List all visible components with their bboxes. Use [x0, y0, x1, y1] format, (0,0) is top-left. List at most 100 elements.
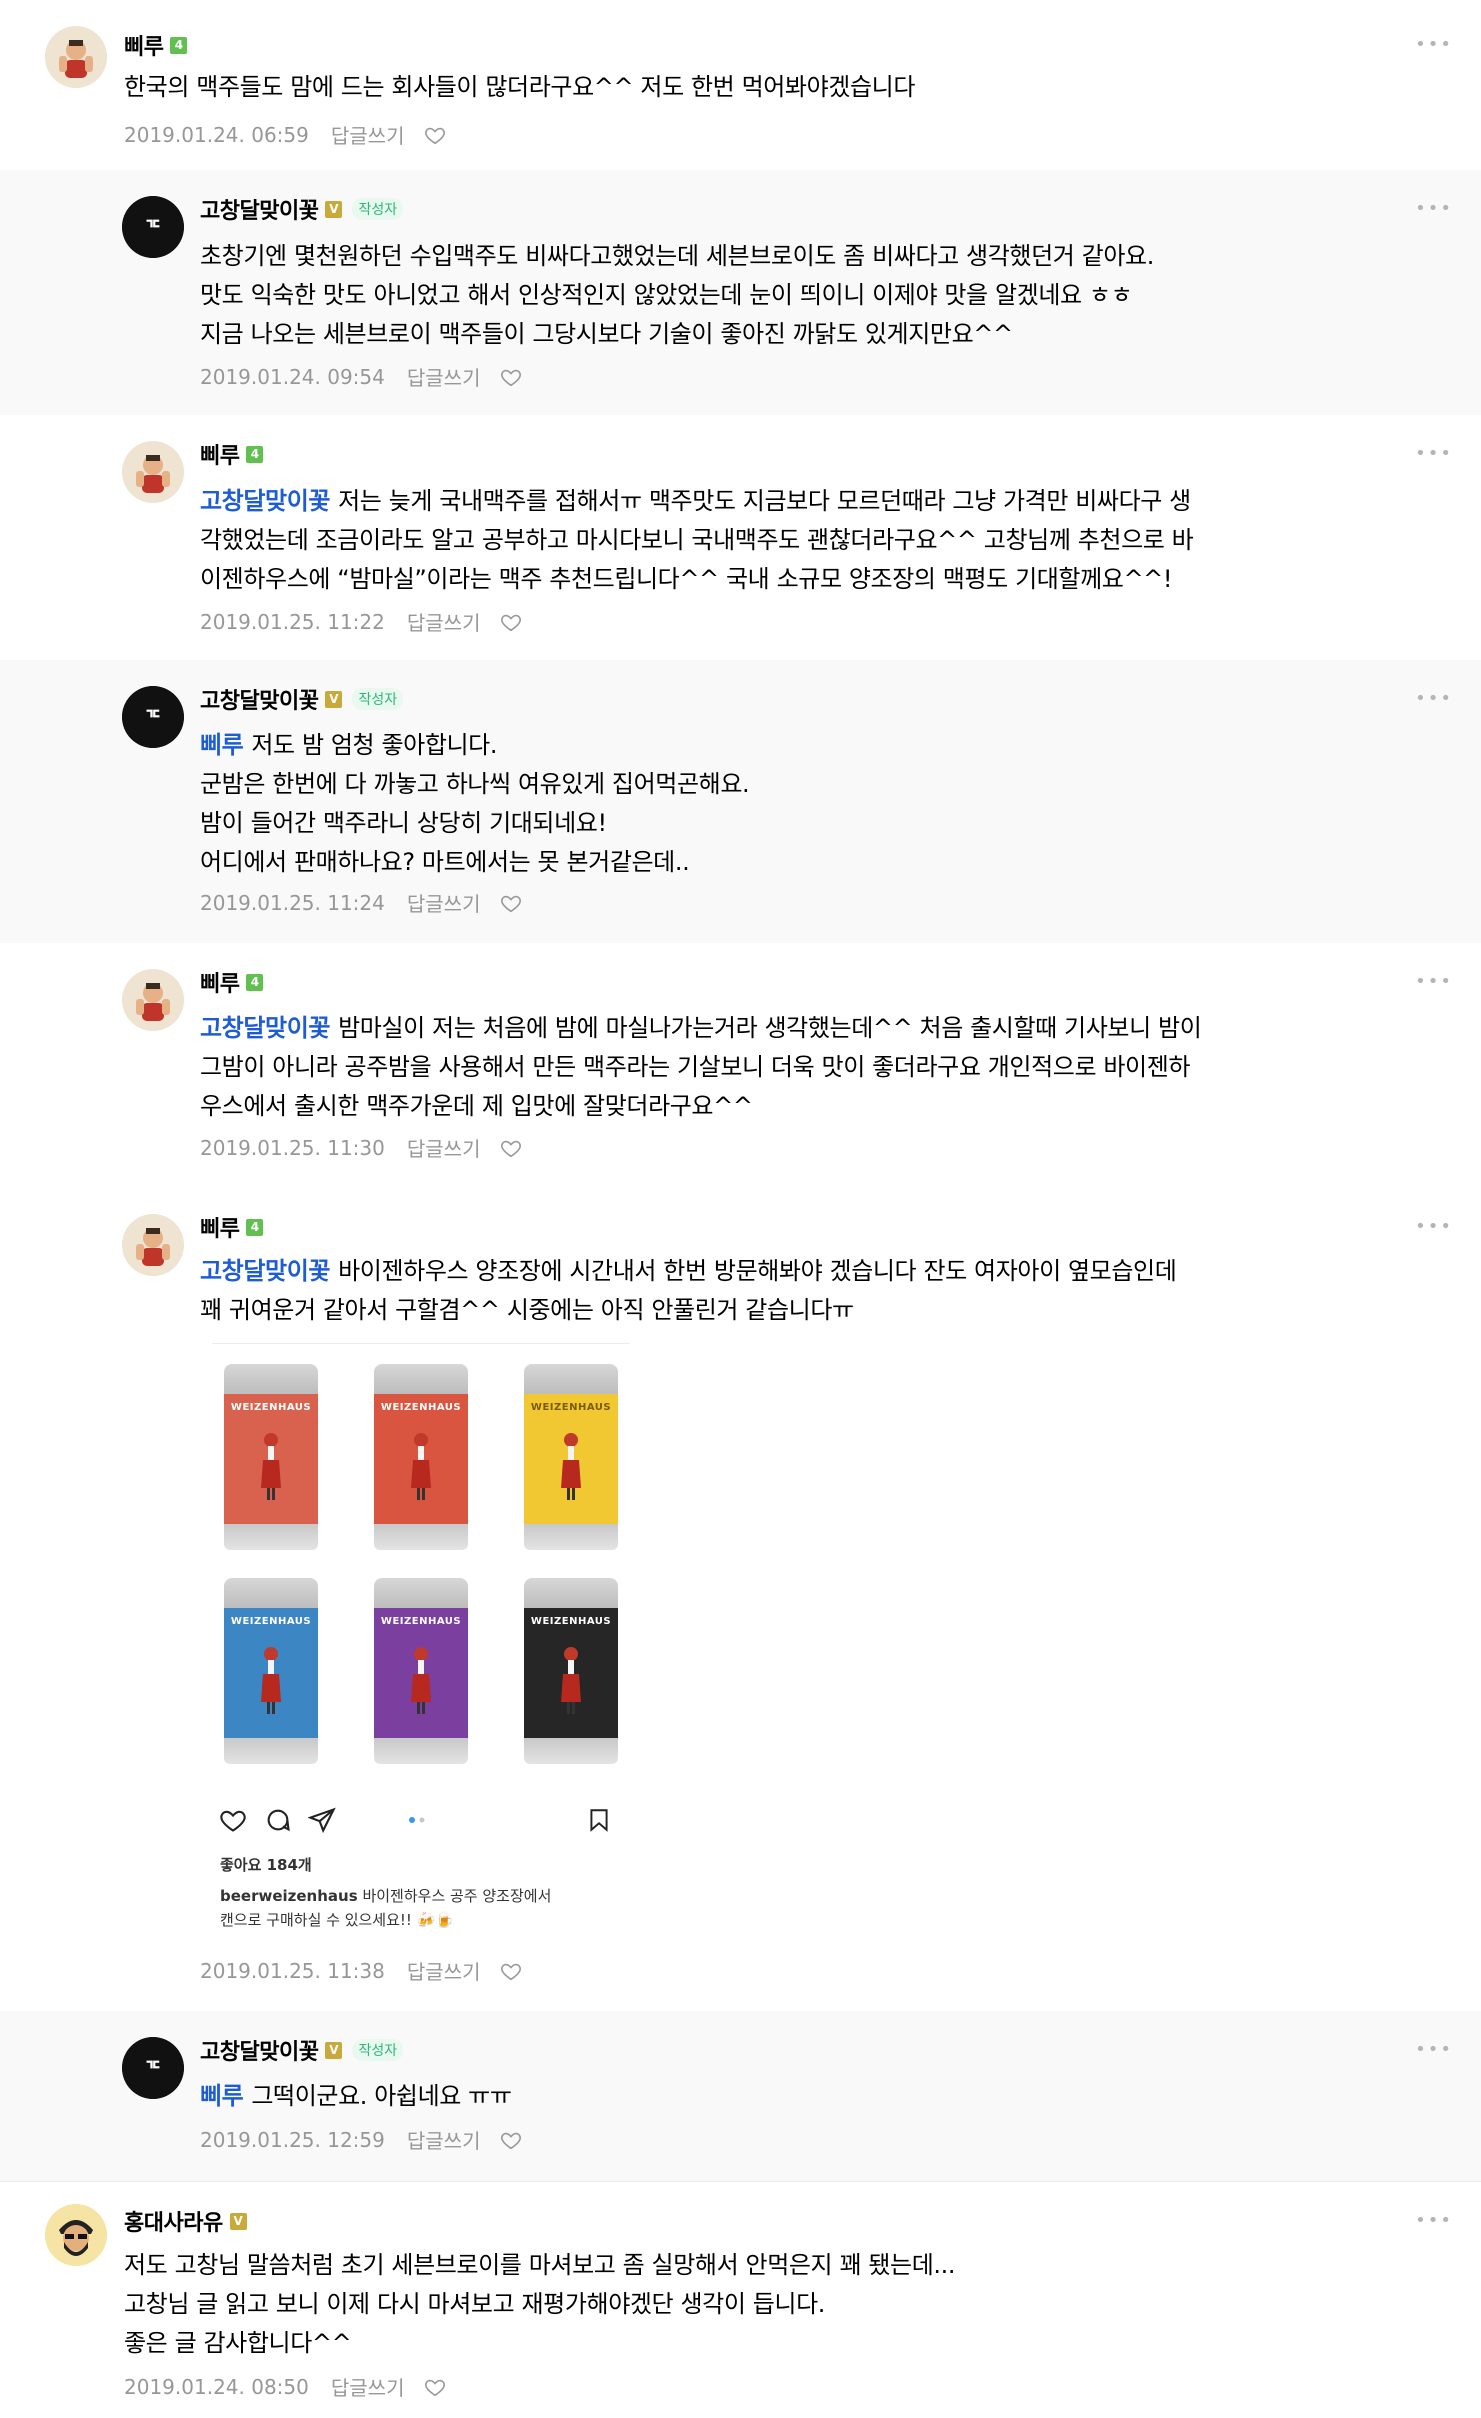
reply-button[interactable]: 답글쓰기: [407, 362, 481, 391]
comment-text: 초창기엔 몇천원하던 수입맥주도 비싸다고했었는데 세븐브로이도 좀 비싸다고 …: [200, 237, 1154, 354]
more-dots-icon[interactable]: •••: [1415, 443, 1453, 464]
heart-outline-icon[interactable]: [218, 1806, 248, 1834]
heart-outline-icon[interactable]: [500, 2129, 522, 2151]
comment-author: 삐루 4: [200, 1211, 264, 1243]
more-dots-icon[interactable]: •••: [1415, 971, 1453, 992]
mention-link[interactable]: 고창달맞이꽃: [200, 1257, 330, 1285]
comment-line-text: 바이젠하우스 양조장에 시간내서 한번 방문해봐야 겠습니다 잔도 여자아이 옆…: [338, 1257, 1177, 1285]
reply-button[interactable]: 답글쓰기: [407, 607, 481, 636]
comment-text: 한국의 맥주들도 맘에 드는 회사들이 많더라구요^^ 저도 한번 먹어봐야겠습…: [124, 68, 915, 107]
comment-reply-item: 삐루 4 ••• 고창달맞이꽃 밤마실이 저는 처음에 밤에 마실나가는거라 생각…: [0, 943, 1481, 1188]
author-nickname[interactable]: 삐루: [200, 438, 240, 470]
girl-illustration: [261, 1433, 281, 1500]
member-level-badge: 4: [170, 36, 188, 54]
author-nickname[interactable]: 고창달맞이꽃: [200, 2034, 319, 2066]
member-level-badge: V: [325, 200, 343, 218]
comment-line-text: 저도 밤 엄청 좋아합니다.: [251, 731, 498, 759]
instagram-caption: beerweizenhaus 바이젠하우스 공주 양조장에서 캔으로 구매하실 …: [220, 1884, 620, 1932]
comment-meta: 2019.01.24. 08:50 답글쓰기: [124, 2372, 446, 2401]
author-badge: 작성자: [352, 2039, 404, 2061]
attached-image[interactable]: WEIZENHAUS WEIZENHAUS WEIZENHAUS WEIZENH…: [212, 1343, 630, 1937]
carousel-dots-icon: [409, 1817, 425, 1823]
heart-outline-icon[interactable]: [424, 2376, 446, 2398]
can-brand: WEIZENHAUS: [380, 1402, 462, 1413]
avatar[interactable]: [122, 969, 184, 1031]
author-nickname[interactable]: 삐루: [200, 1211, 240, 1243]
can-brand: WEIZENHAUS: [380, 1616, 462, 1627]
reply-button[interactable]: 답글쓰기: [407, 1133, 481, 1162]
girl-illustration: [561, 1433, 581, 1500]
heart-outline-icon[interactable]: [500, 892, 522, 914]
avatar[interactable]: [45, 26, 107, 88]
instagram-action-bar: [212, 1800, 630, 1840]
avatar[interactable]: [122, 441, 184, 503]
more-dots-icon[interactable]: •••: [1415, 34, 1453, 55]
comment-meta: 2019.01.25. 11:24 답글쓰기: [200, 888, 522, 917]
author-nickname[interactable]: 고창달맞이꽃: [200, 683, 319, 715]
comment-line: 군밤은 한번에 다 까놓고 하나씩 여유있게 집어먹곤해요.: [200, 770, 750, 798]
instagram-username: beerweizenhaus: [220, 1887, 358, 1905]
more-dots-icon[interactable]: •••: [1415, 1216, 1453, 1237]
comment-line: 지금 나오는 세븐브로이 맥주들이 그당시보다 기술이 좋아진 까닭도 있게지만…: [200, 320, 1013, 348]
heart-outline-icon[interactable]: [500, 1960, 522, 1982]
avatar[interactable]: [122, 1214, 184, 1276]
reply-button[interactable]: 답글쓰기: [331, 2372, 405, 2401]
mention-link[interactable]: 고창달맞이꽃: [200, 1014, 330, 1042]
comment-author: 홍대사라유 V: [124, 2205, 247, 2237]
mention-link[interactable]: 삐루: [200, 731, 244, 759]
girl-illustration: [261, 1647, 281, 1714]
girl-illustration: [411, 1433, 431, 1500]
member-level-badge: V: [325, 690, 343, 708]
svg-text:ᄀᄃ: ᄀᄃ: [144, 216, 162, 240]
beer-can-image: WEIZENHAUS: [374, 1578, 468, 1764]
beer-can-image: WEIZENHAUS: [524, 1578, 618, 1764]
comment-text: 고창달맞이꽃 바이젠하우스 양조장에 시간내서 한번 방문해봐야 겠습니다 잔도 …: [200, 1252, 1177, 1330]
avatar[interactable]: [45, 2204, 107, 2266]
comment-line: 고창달맞이꽃 바이젠하우스 양조장에 시간내서 한번 방문해봐야 겠습니다 잔도 …: [200, 1252, 1177, 1291]
comment-line: 어디에서 판매하나요? 마트에서는 못 본거같은데..: [200, 848, 690, 876]
heart-outline-icon[interactable]: [500, 611, 522, 633]
comment-date: 2019.01.24. 09:54: [200, 364, 385, 389]
comment-line: 한국의 맥주들도 맘에 드는 회사들이 많더라구요^^ 저도 한번 먹어봐야겠습…: [124, 73, 916, 101]
more-dots-icon[interactable]: •••: [1415, 2039, 1453, 2060]
comment-date: 2019.01.25. 11:24: [200, 890, 385, 915]
mention-link[interactable]: 삐루: [200, 2082, 244, 2110]
more-dots-icon[interactable]: •••: [1415, 688, 1453, 709]
comment-line: 각했었는데 조금이라도 알고 공부하고 마시다보니 국내맥주도 괜찮더라구요^^…: [200, 526, 1194, 554]
more-dots-icon[interactable]: •••: [1415, 2210, 1453, 2231]
bookmark-icon[interactable]: [586, 1806, 612, 1834]
author-nickname[interactable]: 고창달맞이꽃: [200, 193, 319, 225]
comment-bubble-icon[interactable]: [264, 1806, 292, 1834]
author-nickname[interactable]: 삐루: [124, 29, 164, 61]
avatar[interactable]: ᄀᄃ: [122, 196, 184, 258]
comment-line: 초창기엔 몇천원하던 수입맥주도 비싸다고했었는데 세븐브로이도 좀 비싸다고 …: [200, 242, 1154, 270]
author-nickname[interactable]: 홍대사라유: [124, 2205, 223, 2237]
member-level-badge: 4: [246, 1218, 264, 1236]
heart-outline-icon[interactable]: [424, 124, 446, 146]
can-brand: WEIZENHAUS: [530, 1616, 612, 1627]
avatar[interactable]: ᄀᄃ: [122, 2037, 184, 2099]
comment-date: 2019.01.24. 06:59: [124, 122, 309, 147]
heart-outline-icon[interactable]: [500, 1137, 522, 1159]
heart-outline-icon[interactable]: [500, 366, 522, 388]
comment-meta: 2019.01.24. 06:59 답글쓰기: [124, 120, 446, 149]
reply-button[interactable]: 답글쓰기: [331, 120, 405, 149]
reply-button[interactable]: 답글쓰기: [407, 2125, 481, 2154]
comment-reply-item: ᄀᄃ 고창달맞이꽃 V 작성자 ••• 초창기엔 몇천원하던 수입맥주도 비싸다…: [0, 170, 1481, 415]
author-nickname[interactable]: 삐루: [200, 966, 240, 998]
member-level-badge: 4: [246, 973, 264, 991]
comment-line: 삐루 그떡이군요. 아쉽네요 ㅠㅠ: [200, 2077, 512, 2116]
author-badge: 작성자: [352, 198, 404, 220]
comment-meta: 2019.01.24. 09:54 답글쓰기: [200, 362, 522, 391]
share-send-icon[interactable]: [308, 1806, 336, 1834]
mention-link[interactable]: 고창달맞이꽃: [200, 487, 330, 515]
comment-meta: 2019.01.25. 11:30 답글쓰기: [200, 1133, 522, 1162]
comment-line: 고창달맞이꽃 밤마실이 저는 처음에 밤에 마실나가는거라 생각했는데^^ 처음 …: [200, 1009, 1202, 1048]
comment-reply-item: ᄀᄃ 고창달맞이꽃 V 작성자 ••• 삐루 그떡이군요. 아쉽네요 ㅠㅠ 201…: [0, 2011, 1481, 2181]
comment-line-text: 그떡이군요. 아쉽네요 ㅠㅠ: [251, 2082, 512, 2110]
reply-button[interactable]: 답글쓰기: [407, 1956, 481, 1985]
reply-button[interactable]: 답글쓰기: [407, 888, 481, 917]
avatar[interactable]: ᄀᄃ: [122, 686, 184, 748]
more-dots-icon[interactable]: •••: [1415, 198, 1453, 219]
comment-line-text: 저는 늦게 국내맥주를 접해서ㅠ 맥주맛도 지금보다 모르던때라 그냥 가격만 …: [338, 487, 1191, 515]
